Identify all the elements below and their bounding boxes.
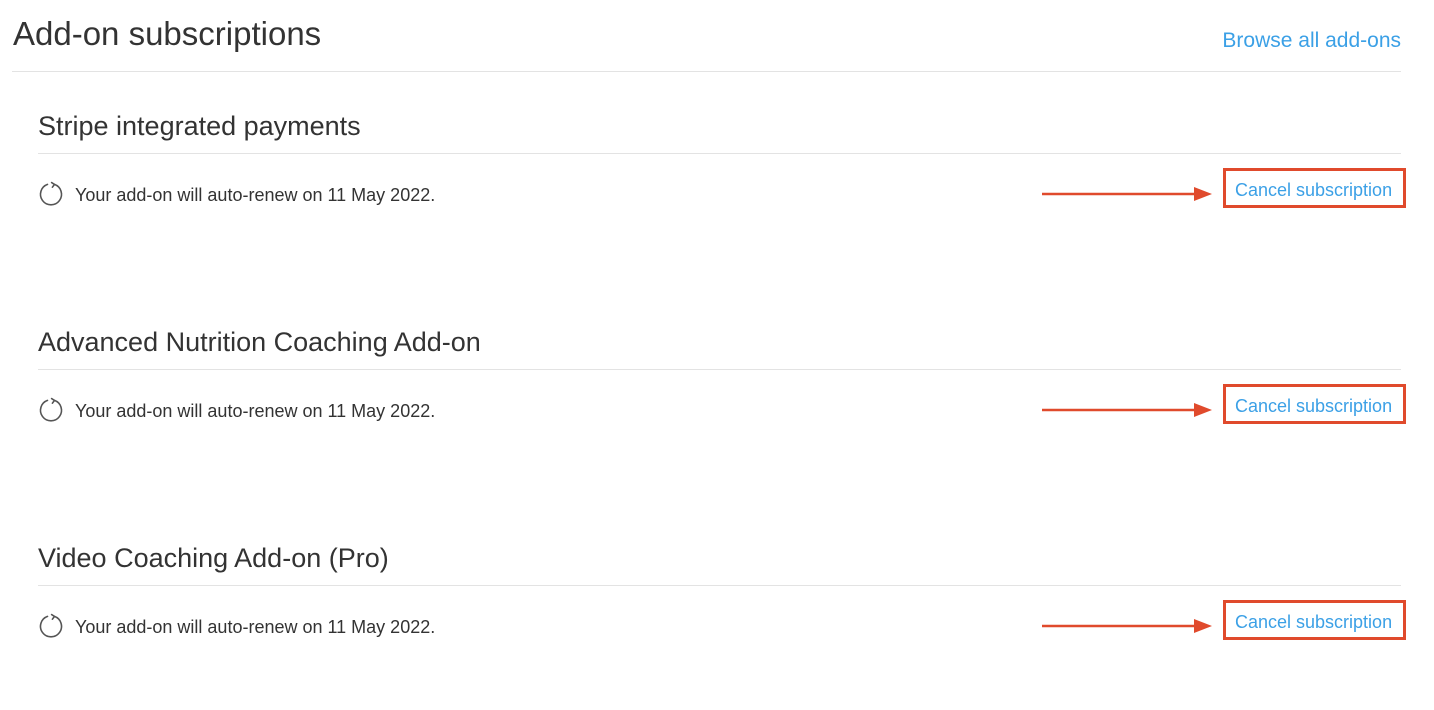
addon-section-stripe: Stripe integrated payments Your add-on w… bbox=[38, 108, 1406, 238]
arrow-right-icon bbox=[1042, 619, 1212, 633]
renew-text: Your add-on will auto-renew on 11 May 20… bbox=[75, 617, 436, 637]
renew-text: Your add-on will auto-renew on 11 May 20… bbox=[75, 401, 436, 421]
refresh-icon bbox=[39, 613, 63, 638]
renew-status: Your add-on will auto-renew on 11 May 20… bbox=[38, 180, 638, 210]
refresh-icon bbox=[39, 181, 63, 206]
browse-all-addons-link[interactable]: Browse all add-ons bbox=[1222, 28, 1401, 54]
cancel-highlight-box: Cancel subscription bbox=[1223, 384, 1406, 424]
addon-section-nutrition: Advanced Nutrition Coaching Add-on Your … bbox=[38, 324, 1406, 454]
cancel-highlight-box: Cancel subscription bbox=[1223, 600, 1406, 640]
refresh-icon bbox=[39, 397, 63, 422]
addon-title: Advanced Nutrition Coaching Add-on bbox=[38, 324, 1401, 370]
page-title: Add-on subscriptions bbox=[13, 15, 322, 52]
cancel-highlight-box: Cancel subscription bbox=[1223, 168, 1406, 208]
renew-status: Your add-on will auto-renew on 11 May 20… bbox=[38, 396, 638, 426]
cancel-subscription-button[interactable]: Cancel subscription bbox=[1235, 179, 1392, 201]
arrow-right-icon bbox=[1042, 187, 1212, 201]
addon-title: Stripe integrated payments bbox=[38, 108, 1401, 154]
arrow-right-icon bbox=[1042, 403, 1212, 417]
cancel-subscription-button[interactable]: Cancel subscription bbox=[1235, 611, 1392, 633]
addon-subscriptions-page: Add-on subscriptions Browse all add-ons … bbox=[0, 0, 1434, 710]
page-header: Add-on subscriptions Browse all add-ons bbox=[12, 0, 1401, 72]
renew-text: Your add-on will auto-renew on 11 May 20… bbox=[75, 185, 436, 205]
cancel-subscription-button[interactable]: Cancel subscription bbox=[1235, 395, 1392, 417]
addon-title: Video Coaching Add-on (Pro) bbox=[38, 540, 1401, 586]
addon-section-video: Video Coaching Add-on (Pro) Your add-on … bbox=[38, 540, 1406, 670]
renew-status: Your add-on will auto-renew on 11 May 20… bbox=[38, 612, 638, 642]
